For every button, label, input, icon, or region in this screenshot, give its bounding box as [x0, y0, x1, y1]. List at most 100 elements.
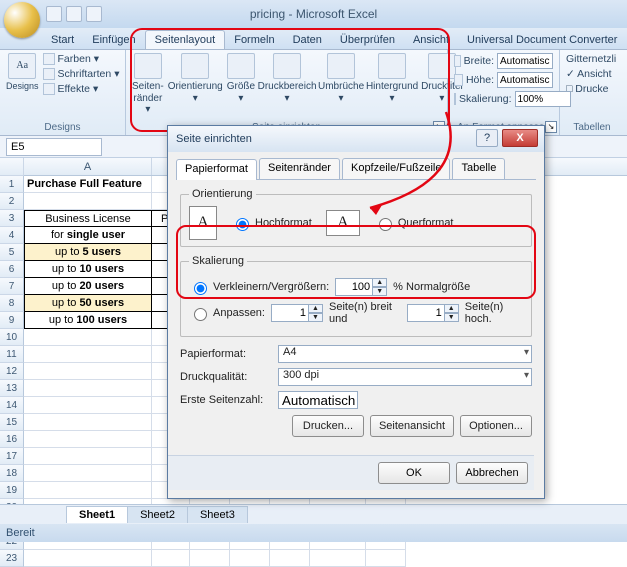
row-header[interactable]: 17: [0, 448, 24, 465]
cell[interactable]: [24, 465, 152, 482]
radio-zoom[interactable]: Verkleinern/Vergrößern:: [189, 279, 329, 295]
qat-undo-icon[interactable]: [66, 6, 82, 22]
row-header[interactable]: 9: [0, 312, 24, 329]
select-all-corner[interactable]: [0, 158, 24, 176]
fonts-button[interactable]: Schriftarten ▾: [43, 68, 120, 80]
quality-select[interactable]: 300 dpi: [278, 368, 532, 386]
dialog-titlebar[interactable]: Seite einrichten ? X: [168, 126, 544, 152]
cell[interactable]: [366, 550, 406, 567]
tab-daten[interactable]: Daten: [284, 31, 331, 49]
cell[interactable]: [24, 431, 152, 448]
tab-ueberpruefen[interactable]: Überprüfen: [331, 31, 404, 49]
dlg-tab-papierformat[interactable]: Papierformat: [176, 159, 257, 180]
cell[interactable]: [190, 550, 230, 567]
row-header[interactable]: 6: [0, 261, 24, 278]
dialog-help-button[interactable]: ?: [476, 129, 498, 147]
page-btn-0[interactable]: Seiten-ränder ▾: [132, 53, 164, 116]
name-box-input[interactable]: [6, 138, 102, 156]
radio-fit[interactable]: Anpassen:: [189, 305, 265, 321]
sheet-tab-2[interactable]: Sheet2: [127, 506, 188, 523]
radio-landscape[interactable]: Querformat: [374, 215, 454, 231]
cell[interactable]: up to 20 users: [24, 278, 152, 295]
tab-start[interactable]: Start: [42, 31, 83, 49]
office-orb[interactable]: [4, 2, 40, 38]
cell[interactable]: [230, 550, 270, 567]
cell[interactable]: [270, 550, 310, 567]
row-header[interactable]: 11: [0, 346, 24, 363]
row-header[interactable]: 5: [0, 244, 24, 261]
cell[interactable]: up to 50 users: [24, 295, 152, 312]
cell[interactable]: [24, 329, 152, 346]
grid-row-1[interactable]: ✓ Ansicht: [566, 68, 618, 80]
chevron-down-icon[interactable]: ▼: [372, 287, 387, 296]
fit-height-spinner[interactable]: ▲▼: [407, 304, 459, 322]
row-header[interactable]: 2: [0, 193, 24, 210]
colors-button[interactable]: Farben ▾: [43, 53, 120, 65]
dlg-tab-seitenraender[interactable]: Seitenränder: [259, 158, 340, 179]
page-btn-5[interactable]: Hintergrund ▾: [367, 53, 417, 116]
cell[interactable]: [310, 550, 366, 567]
scale-row-1[interactable]: Höhe:: [454, 72, 553, 88]
scale-launcher[interactable]: ↘: [545, 121, 557, 133]
dlg-tab-tabelle[interactable]: Tabelle: [452, 158, 505, 179]
grid-row-0[interactable]: Gitternetzli: [566, 53, 618, 65]
row-header[interactable]: 14: [0, 397, 24, 414]
row-header[interactable]: 3: [0, 210, 24, 227]
tab-formeln[interactable]: Formeln: [225, 31, 283, 49]
tab-udc[interactable]: Universal Document Converter: [458, 31, 626, 49]
dialog-close-button[interactable]: X: [502, 129, 538, 147]
ok-button[interactable]: OK: [378, 462, 450, 484]
themes-button[interactable]: AaDesigns: [6, 53, 39, 95]
cell[interactable]: [24, 193, 152, 210]
row-header[interactable]: 10: [0, 329, 24, 346]
paperformat-select[interactable]: A4: [278, 345, 532, 363]
fit-width-spinner[interactable]: ▲▼: [271, 304, 323, 322]
grid-row-2[interactable]: □ Drucke: [566, 83, 618, 95]
col-A[interactable]: A: [24, 158, 152, 175]
row-header[interactable]: 13: [0, 380, 24, 397]
tab-seitenlayout[interactable]: Seitenlayout: [145, 30, 226, 49]
tab-ansicht[interactable]: Ansicht: [404, 31, 458, 49]
row-header[interactable]: 12: [0, 363, 24, 380]
scale-row-0[interactable]: Breite:: [454, 53, 553, 69]
firstpage-input[interactable]: [278, 391, 358, 409]
row-header[interactable]: 23: [0, 550, 24, 567]
preview-button[interactable]: Seitenansicht: [370, 415, 454, 437]
sheet-tab-3[interactable]: Sheet3: [187, 506, 248, 523]
row-header[interactable]: 18: [0, 465, 24, 482]
options-button[interactable]: Optionen...: [460, 415, 532, 437]
page-btn-4[interactable]: Umbrüche ▾: [319, 53, 363, 116]
chevron-up-icon[interactable]: ▲: [372, 278, 387, 287]
cell[interactable]: [24, 482, 152, 499]
row-header[interactable]: 7: [0, 278, 24, 295]
cell[interactable]: Business License: [24, 210, 152, 227]
tab-einfuegen[interactable]: Einfügen: [83, 31, 144, 49]
cell[interactable]: [24, 448, 152, 465]
row-header[interactable]: 1: [0, 176, 24, 193]
print-button[interactable]: Drucken...: [292, 415, 364, 437]
row-header[interactable]: 16: [0, 431, 24, 448]
qat-save-icon[interactable]: [46, 6, 62, 22]
cell[interactable]: [24, 346, 152, 363]
sheet-tab-1[interactable]: Sheet1: [66, 506, 128, 523]
page-btn-3[interactable]: Druckbereich ▾: [259, 53, 315, 116]
cell[interactable]: [24, 363, 152, 380]
effects-button[interactable]: Effekte ▾: [43, 83, 120, 95]
zoom-spinner[interactable]: ▲▼: [335, 278, 387, 296]
cancel-button[interactable]: Abbrechen: [456, 462, 528, 484]
row-header[interactable]: 19: [0, 482, 24, 499]
cell[interactable]: up to 10 users: [24, 261, 152, 278]
cell[interactable]: Purchase Full Feature: [24, 176, 152, 193]
row-header[interactable]: 8: [0, 295, 24, 312]
cell[interactable]: up to 5 users: [24, 244, 152, 261]
cell[interactable]: [24, 414, 152, 431]
dlg-tab-kopfzeile[interactable]: Kopfzeile/Fußzeile: [342, 158, 451, 179]
scale-row-2[interactable]: Skalierung:: [454, 91, 553, 107]
row-header[interactable]: 4: [0, 227, 24, 244]
cell[interactable]: [24, 397, 152, 414]
row-header[interactable]: 15: [0, 414, 24, 431]
cell[interactable]: for single user: [24, 227, 152, 244]
page-btn-2[interactable]: Größe ▾: [227, 53, 255, 116]
cell[interactable]: [152, 550, 190, 567]
page-btn-1[interactable]: Orientierung ▾: [168, 53, 223, 116]
